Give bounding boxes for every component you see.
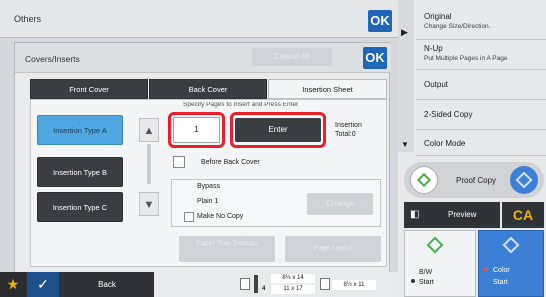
right-sidebar: ▶︎ ▼ Original Change Size/Direction. N-Up… (398, 0, 546, 297)
page-layout-button[interactable]: Page Layout (285, 236, 381, 262)
others-title: Others (14, 14, 42, 24)
tray-number: 4 (262, 286, 266, 292)
expand-arrow-icon[interactable]: ▶︎ (401, 27, 408, 38)
color-label: Color (493, 267, 510, 274)
dialog-header: Covers/Inserts Cancel All OK (15, 43, 391, 73)
cancel-all-button[interactable]: Cancel All (252, 48, 332, 66)
sidebar-item-nup[interactable]: N-Up Put Multiple Pages in A Page (416, 40, 546, 70)
covers-inserts-dialog: Covers/Inserts Cancel All OK Front Cover… (14, 42, 391, 274)
plain-label: Plain 1 (197, 198, 219, 205)
paper-icon-2 (320, 278, 330, 290)
paper-size-3: 8½ x 11 (332, 280, 376, 290)
bw-dot-icon (411, 279, 415, 283)
paper-size-2: 11 x 17 (271, 285, 315, 294)
paper-tray-settings-button[interactable]: Paper Tray Settings (179, 236, 275, 262)
preview-icon: ◧ (410, 209, 420, 220)
before-back-cover-checkbox[interactable] (173, 156, 185, 168)
others-ok-button[interactable]: OK (368, 10, 392, 32)
nup-label: N-Up (424, 44, 443, 53)
insertion-label: Insertion (335, 122, 362, 129)
scroll-track[interactable] (147, 144, 151, 184)
change-button[interactable]: Change (307, 193, 373, 215)
color-start-label: Start (493, 279, 508, 286)
star-icon[interactable]: ★ (0, 272, 26, 297)
total-label: Total:0 (335, 131, 356, 138)
collapse-arrow-icon[interactable]: ▼ (401, 140, 409, 149)
bw-start-button[interactable]: B/W Start (404, 230, 476, 297)
sidebar-item-color-mode[interactable]: Color Mode (416, 130, 546, 156)
sidebar-item-2-sided-copy[interactable]: 2-Sided Copy (416, 100, 546, 130)
check-icon[interactable]: ✓ (27, 272, 59, 297)
main-area: Others OK Covers/Inserts Cancel All OK F… (0, 0, 398, 297)
scroll-down-icon[interactable]: ▼ (139, 192, 159, 216)
proof-copy-label: Proof Copy (456, 176, 497, 185)
dialog-title: Covers/Inserts (25, 54, 80, 64)
back-button[interactable]: Back (62, 272, 152, 297)
insertion-type-b-button[interactable]: Insertion Type B (37, 157, 123, 187)
page-number-input[interactable]: 1 (173, 117, 220, 143)
proof-copy-button[interactable]: Proof Copy (404, 162, 544, 198)
tab-back-cover[interactable]: Back Cover (149, 79, 267, 99)
preview-label: Preview (448, 210, 477, 219)
sidebar-item-output[interactable]: Output (416, 70, 546, 100)
bw-label: B/W (419, 269, 433, 276)
tray-status: 4 8½ x 14 11 x 17 8½ x 11 (154, 272, 398, 297)
tab-insertion-sheet[interactable]: Insertion Sheet (268, 79, 387, 99)
sidebar-item-original[interactable]: Original Change Size/Direction. (416, 6, 546, 40)
insertion-type-c-button[interactable]: Insertion Type C (37, 192, 123, 222)
bw-start-label: Start (419, 279, 434, 286)
sidebar-handle[interactable]: ▶︎ ▼ (398, 0, 414, 152)
before-back-cover-label: Before Back Cover (201, 159, 260, 166)
original-label: Original (424, 12, 452, 21)
color-start-button[interactable]: Color Start (478, 230, 544, 297)
color-dot-icon (484, 267, 488, 271)
bypass-label: Bypass (197, 183, 220, 190)
tab-front-cover[interactable]: Front Cover (30, 79, 148, 99)
make-no-copy-label: Make No Copy (197, 213, 244, 220)
nup-sublabel: Put Multiple Pages in A Page (424, 55, 508, 62)
preview-button[interactable]: ◧ Preview (404, 202, 500, 228)
insertion-type-a-button[interactable]: Insertion Type A (37, 115, 123, 145)
dialog-ok-button[interactable]: OK (363, 47, 387, 69)
color-proof-diamond-icon (510, 166, 538, 194)
original-sublabel: Change Size/Direction. (424, 23, 491, 30)
scroll-up-icon[interactable]: ▲ (139, 118, 159, 142)
insertion-panel: Specify Pages to Insert and Press Enter … (30, 99, 387, 267)
others-header: Others OK (0, 0, 398, 38)
color-diamond-icon (502, 236, 520, 254)
bottom-bar: ★ ✓ Back 4 8½ x 14 11 x 17 8½ x 11 (0, 272, 398, 297)
proof-diamond-icon (410, 166, 438, 194)
paper-size-1: 8½ x 14 (271, 274, 315, 283)
clear-all-button[interactable]: CA (502, 202, 544, 228)
bw-diamond-icon (426, 236, 444, 254)
tray-level-icon (254, 275, 258, 293)
enter-button[interactable]: Enter (235, 118, 321, 142)
paper-icon (240, 278, 250, 290)
instruction-text: Specify Pages to Insert and Press Enter (183, 102, 299, 108)
make-no-copy-checkbox[interactable] (184, 212, 194, 222)
